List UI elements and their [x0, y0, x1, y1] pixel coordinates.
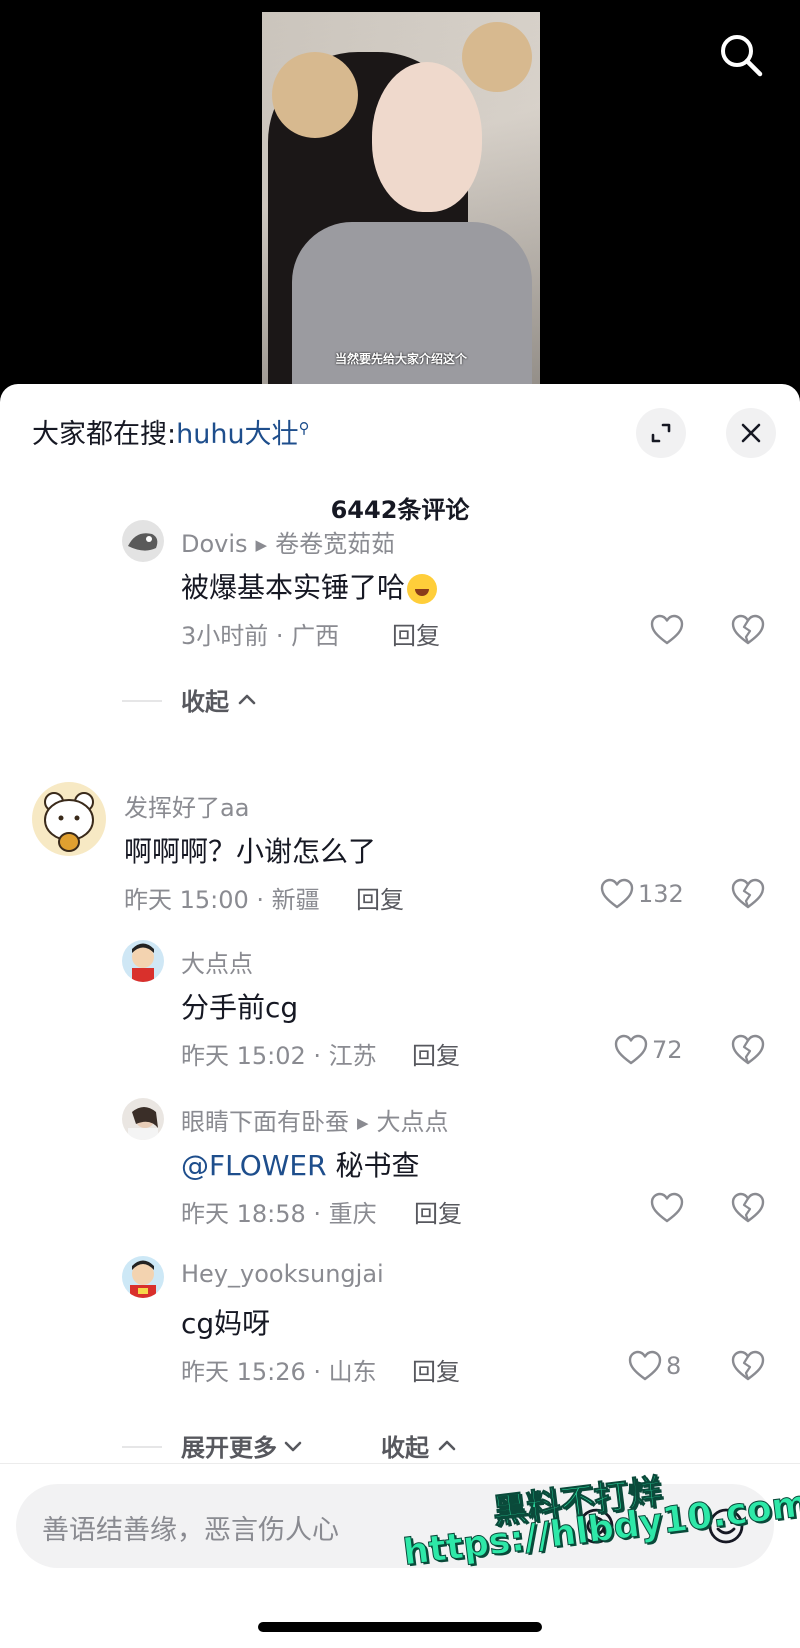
emoji-picker-button[interactable] [706, 1506, 746, 1550]
video-subtitle: 当然要先给大家介绍这个 [334, 352, 467, 366]
comment-input-bar: 善语结善缘，恶言伤人心 [0, 1463, 800, 1648]
broken-heart-icon [731, 1034, 765, 1065]
reply-button[interactable]: 回复 [412, 1352, 460, 1387]
comment-time-location: 3小时前 · 广西 [181, 622, 340, 650]
reply-button[interactable]: 回复 [414, 1194, 462, 1229]
heart-icon [628, 1350, 662, 1381]
heart-icon [600, 878, 634, 909]
comment-text[interactable]: @FLOWER 秘书查 [181, 1144, 420, 1184]
reply-arrow-icon: ▶ [255, 536, 268, 554]
heart-icon [650, 614, 684, 645]
smiley-icon [708, 1508, 744, 1544]
comment-text-content: 被爆基本实锤了哈 [181, 571, 406, 604]
comment-text[interactable]: 分手前cg [181, 986, 298, 1026]
comment-time-location: 昨天 15:26 · 山东 [181, 1358, 377, 1386]
broken-heart-icon [731, 878, 765, 909]
like-button[interactable]: 132 [600, 878, 684, 910]
like-button[interactable] [650, 1192, 688, 1224]
comment-username[interactable]: Dovis ▶ 卷卷宽茹茹 [181, 524, 395, 559]
video-figure-face [372, 62, 482, 212]
comment-text[interactable]: cg妈呀 [181, 1302, 270, 1342]
like-count: 8 [666, 1352, 682, 1380]
reply-button[interactable]: 回复 [356, 880, 404, 915]
reply-to-username[interactable]: 卷卷宽茹茹 [275, 530, 395, 558]
comment-username[interactable]: Hey_yooksungjai [181, 1260, 384, 1288]
everyone-search-banner[interactable]: 大家都在搜:huhu大壮⚲ [32, 412, 310, 451]
comment-username[interactable]: 大点点 [181, 944, 253, 979]
everyone-search-keyword[interactable]: huhu大壮 [176, 419, 298, 450]
comment-panel: 大家都在搜:huhu大壮⚲ 6442条评论 Dovis ▶ 卷卷宽茹茹 被爆基本实锤… [0, 384, 800, 1648]
expand-panel-button[interactable] [636, 408, 686, 458]
expand-more-button[interactable]: 展开更多 [181, 1428, 305, 1463]
comment-count: 6442条评论 [330, 496, 470, 524]
reply-arrow-icon: ▶ [357, 1114, 369, 1132]
expand-icon [651, 423, 671, 443]
comment-time-location: 昨天 15:02 · 江苏 [181, 1042, 377, 1070]
laughing-emoji-icon [407, 574, 438, 604]
collapse-replies-button[interactable]: 收起 [381, 1428, 459, 1463]
close-icon [741, 423, 761, 443]
like-count: 132 [638, 880, 684, 908]
mention-link[interactable]: @FLOWER [181, 1149, 327, 1182]
comment-text-content: 秘书查 [335, 1149, 420, 1182]
video-frame[interactable]: 当然要先给大家介绍这个 [262, 12, 540, 400]
video-player[interactable]: 当然要先给大家介绍这个 [0, 0, 800, 400]
video-figure-sweater [292, 222, 532, 400]
comment-username-text[interactable]: Dovis [181, 530, 248, 558]
mention-at-icon[interactable] [576, 1506, 616, 1550]
divider [122, 1446, 162, 1448]
close-panel-button[interactable] [726, 408, 776, 458]
avatar[interactable] [122, 1098, 164, 1140]
reply-button[interactable]: 回复 [412, 1036, 460, 1071]
broken-heart-icon [731, 614, 765, 645]
comment-username-text[interactable]: 眼睛下面有卧蚕 [181, 1108, 349, 1136]
expand-more-label: 展开更多 [181, 1434, 277, 1462]
video-plush-earmuff-right [462, 22, 532, 92]
like-count: 72 [652, 1036, 683, 1064]
heart-icon [650, 1192, 684, 1223]
like-button[interactable] [650, 614, 688, 646]
comment-input-placeholder: 善语结善缘，恶言伤人心 [42, 1515, 339, 1546]
broken-heart-icon [731, 1192, 765, 1223]
chevron-up-icon [438, 1440, 456, 1450]
dislike-button[interactable] [731, 1034, 765, 1070]
home-indicator[interactable] [258, 1622, 542, 1632]
avatar[interactable] [122, 520, 164, 562]
reply-button[interactable]: 回复 [392, 616, 440, 651]
comment-text[interactable]: 被爆基本实锤了哈 [181, 566, 438, 606]
search-icon[interactable] [716, 30, 766, 80]
collapse-label: 收起 [181, 688, 229, 716]
comment-input[interactable]: 善语结善缘，恶言伤人心 [16, 1484, 774, 1568]
dislike-button[interactable] [731, 1350, 765, 1386]
comment-username[interactable]: 眼睛下面有卧蚕 ▶ 大点点 [181, 1102, 449, 1137]
collapse-label: 收起 [381, 1434, 429, 1462]
chevron-up-icon [238, 694, 256, 704]
like-button[interactable]: 72 [614, 1034, 683, 1066]
avatar[interactable] [122, 940, 164, 982]
small-search-icon: ⚲ [298, 419, 310, 437]
comment-text[interactable]: 啊啊啊？小谢怎么了 [124, 830, 376, 870]
avatar[interactable] [32, 782, 106, 856]
everyone-search-prefix: 大家都在搜: [32, 419, 177, 450]
collapse-replies-button[interactable]: 收起 [181, 682, 259, 717]
dislike-button[interactable] [731, 614, 765, 650]
dislike-button[interactable] [731, 1192, 765, 1228]
broken-heart-icon [731, 1350, 765, 1381]
comment-time-location: 昨天 18:58 · 重庆 [181, 1200, 377, 1228]
comment-username[interactable]: 发挥好了aa [124, 788, 249, 823]
chevron-down-icon [284, 1441, 302, 1451]
comment-time-location: 昨天 15:00 · 新疆 [124, 886, 320, 914]
avatar[interactable] [122, 1256, 164, 1298]
divider [122, 700, 162, 702]
heart-icon [614, 1034, 648, 1065]
like-button[interactable]: 8 [628, 1350, 681, 1382]
reply-to-username[interactable]: 大点点 [377, 1108, 449, 1136]
dislike-button[interactable] [731, 878, 765, 914]
video-plush-earmuff-left [272, 52, 358, 138]
